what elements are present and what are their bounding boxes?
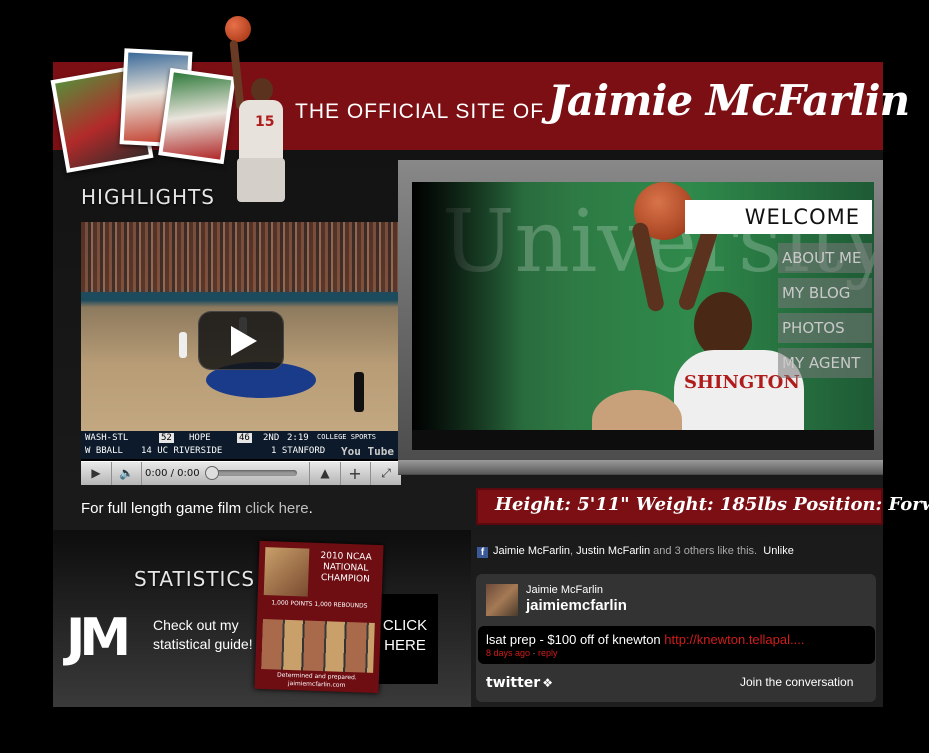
play-control-button[interactable]: ▶: [81, 462, 112, 485]
facebook-others-text: and 3 others like this.: [650, 545, 758, 557]
time-readout: 0:00 / 0:00: [145, 468, 200, 479]
play-button[interactable]: [199, 312, 283, 369]
score-ticker-1: W BBALL: [85, 446, 123, 456]
tweet-time-link[interactable]: 8 days ago: [486, 648, 530, 658]
player-stats-text: Height: 5'11" Weight: 185lbs Position: F…: [495, 494, 929, 515]
tweet-body: lsat prep - $100 off of knewton: [486, 632, 665, 647]
tweet-reply-link[interactable]: reply: [538, 648, 558, 658]
score-value1: 52: [159, 433, 174, 443]
cover-points: 1,000 POINTS 1,000 REBOUNDS: [271, 599, 368, 610]
header-title-name[interactable]: Jaimie McFarlin: [548, 76, 910, 125]
nav-item-my-blog[interactable]: MY BLOG: [778, 278, 872, 308]
twitter-bird-icon: ❖: [542, 676, 553, 690]
play-icon: ▶: [91, 466, 101, 480]
player-cutout: 15: [229, 39, 291, 215]
tweet-meta: 8 days ago · reply: [486, 648, 558, 658]
volume-icon: 🔈: [119, 466, 134, 480]
cover-photo-grid: [261, 619, 375, 673]
avatar[interactable]: [486, 584, 518, 616]
facebook-icon: f: [477, 547, 488, 558]
seek-bar[interactable]: [211, 470, 297, 476]
highlights-heading: HIGHLIGHTS: [81, 185, 215, 209]
nav-item-welcome[interactable]: WELCOME: [685, 200, 872, 234]
twitter-display-name[interactable]: Jaimie McFarlin: [526, 584, 603, 596]
nav-item-my-agent[interactable]: MY AGENT: [778, 348, 872, 378]
score-clock: 2:19: [287, 433, 309, 443]
welcome-frame-base: [398, 460, 883, 474]
full-film-prefix: For full length game film: [81, 500, 246, 517]
play-icon: [231, 326, 257, 356]
cover-footer: Determined and prepared. jaimiemcfarlin.…: [276, 671, 357, 689]
fullscreen-button[interactable]: ⤢: [371, 462, 401, 485]
add-button[interactable]: +: [340, 462, 371, 485]
statistical-guide-text[interactable]: Check out my statistical guide!: [153, 616, 253, 654]
statistics-heading: STATISTICS: [134, 567, 256, 591]
jm-logo: JM: [66, 608, 131, 668]
score-team2: HOPE: [189, 433, 211, 443]
plus-icon: +: [348, 464, 362, 483]
chevron-up-icon: ▲: [320, 466, 330, 480]
full-film-text: For full length game film click here.: [81, 500, 313, 517]
basketball-icon: [225, 16, 251, 42]
seek-handle[interactable]: [205, 466, 219, 480]
twitter-handle[interactable]: jaimiemcfarlin: [526, 597, 627, 614]
youtube-watermark: You Tube: [341, 445, 394, 458]
facebook-friend-link-1[interactable]: Jaimie McFarlin: [493, 545, 570, 557]
score-value2: 46: [237, 433, 252, 443]
fullscreen-icon: ⤢: [381, 466, 391, 480]
statistical-guide-cover[interactable]: 2010 NCAA NATIONAL CHAMPION 1,000 POINTS…: [254, 540, 384, 694]
tweet-text: lsat prep - $100 off of knewton http://k…: [486, 632, 804, 647]
nav-item-photos[interactable]: PHOTOS: [778, 313, 872, 343]
facebook-unlike-link[interactable]: Unlike: [763, 545, 794, 557]
volume-button[interactable]: 🔈: [112, 462, 142, 485]
join-conversation-link[interactable]: Join the conversation: [740, 675, 853, 689]
photo-card-3: [158, 67, 236, 165]
full-film-link[interactable]: click here: [245, 500, 308, 517]
header-title-prefix: THE OFFICIAL SITE OF: [295, 100, 545, 123]
score-ticker-2: 14 UC RIVERSIDE: [141, 446, 223, 456]
expand-button[interactable]: ▲: [309, 462, 341, 485]
scoreboard: WASH-STL 52 HOPE 46 2ND 2:19 COLLEGE SPO…: [81, 431, 401, 459]
score-period: 2ND: [263, 433, 280, 443]
facebook-like-line: f Jaimie McFarlin, Justin McFarlin and 3 …: [477, 545, 794, 558]
cover-photo: [263, 547, 310, 597]
full-film-suffix: .: [308, 500, 313, 517]
channel-bug: COLLEGE SPORTS: [317, 433, 377, 441]
cover-title: 2010 NCAA NATIONAL CHAMPION: [320, 551, 372, 585]
tweet-link[interactable]: http://knewton.tellapal....: [664, 632, 804, 647]
facebook-friend-link-2[interactable]: Justin McFarlin: [576, 545, 650, 557]
click-here-button[interactable]: CLICK HERE: [372, 594, 438, 684]
score-ticker-3: 1 STANFORD: [271, 446, 326, 456]
twitter-logo[interactable]: twitter ❖: [486, 675, 553, 691]
nav-item-about-me[interactable]: ABOUT ME: [778, 243, 872, 273]
twitter-wordmark: twitter: [486, 675, 541, 691]
score-team1: WASH-STL: [85, 433, 129, 443]
video-controls: ▶ 🔈 0:00 / 0:00 ▲ + ⤢: [81, 461, 401, 485]
